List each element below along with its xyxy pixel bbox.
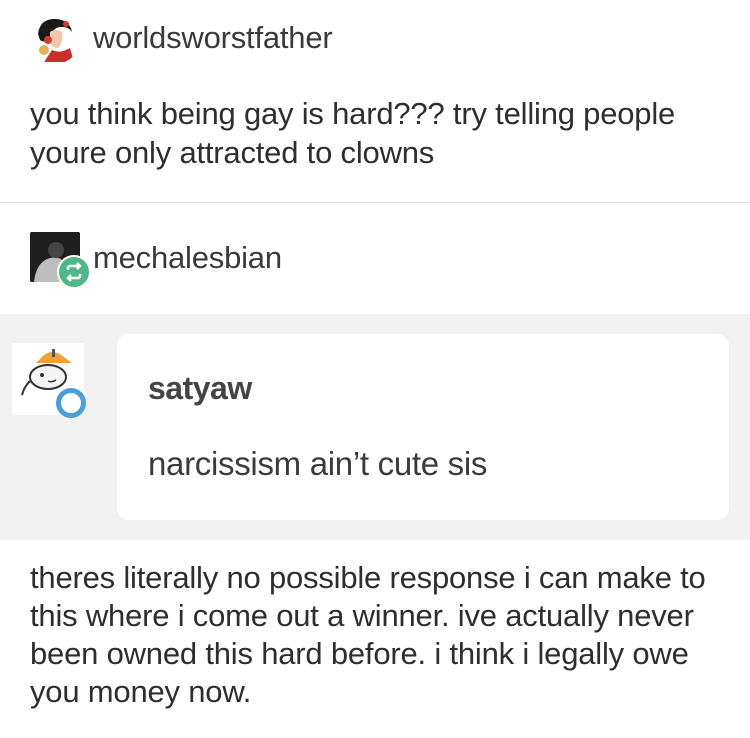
message-bubble-icon [56, 388, 86, 418]
pinup-woman-avatar-icon[interactable] [30, 14, 80, 64]
reblogger-username[interactable]: mechalesbian [93, 240, 282, 276]
post-divider [0, 202, 750, 203]
quoted-message-card [117, 334, 729, 520]
reblog-icon [57, 255, 91, 289]
quoted-username[interactable]: satyaw [148, 370, 252, 407]
quoted-message-text: narcissism ain’t cute sis [148, 445, 488, 482]
reply-text: theres literally no possible response i … [30, 560, 706, 709]
post-username[interactable]: worldsworstfather [93, 20, 333, 56]
post-text: you think being gay is hard??? try telli… [30, 96, 676, 170]
